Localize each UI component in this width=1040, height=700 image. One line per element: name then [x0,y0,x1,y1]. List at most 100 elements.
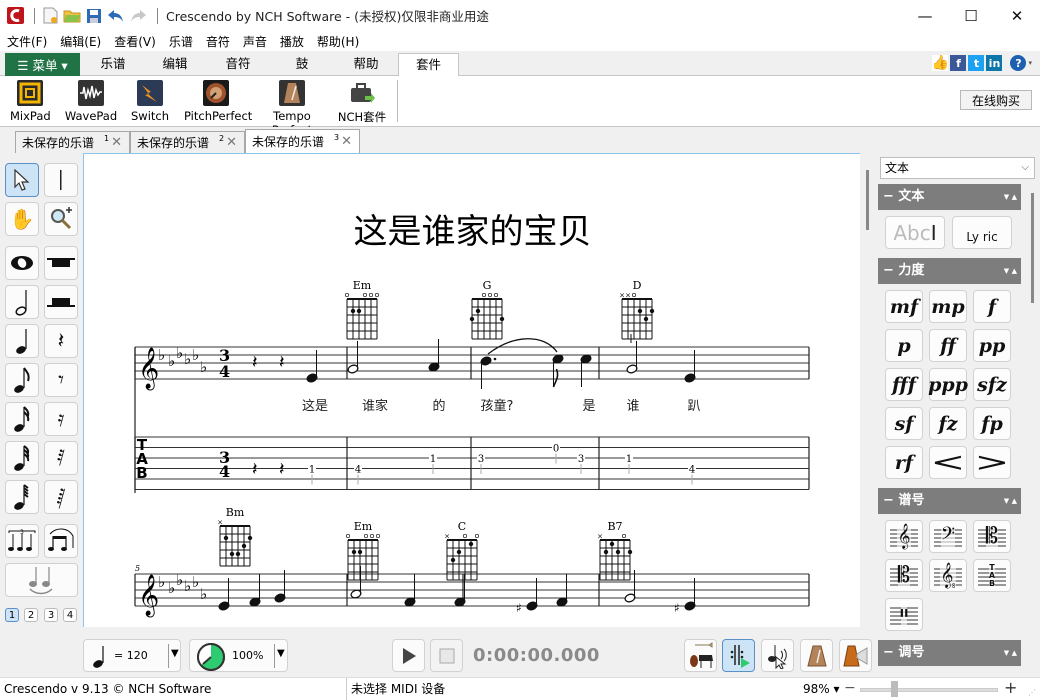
zoom-slider-track[interactable] [860,688,998,692]
sixteenth-note-tool[interactable] [5,402,39,436]
menu-help[interactable]: 帮助(H) [317,33,359,50]
score-vertical-scrollbar[interactable] [866,170,869,230]
dynamic-rf-button[interactable]: rf [885,446,923,479]
resize-grip-icon[interactable]: ⋰ [1028,688,1036,697]
toolbox-page-4[interactable]: 4 [63,608,77,622]
zoom-slider-thumb[interactable] [891,681,898,697]
hear-note-button[interactable] [761,639,794,672]
alto-clef-button[interactable]: 𝄡 [973,520,1011,553]
dynamic-sfz-button[interactable]: sfz [973,368,1011,401]
section-header-clefs[interactable]: − 谱号 ▼ ▲ [878,488,1021,514]
close-tab-icon[interactable]: ✕ [226,135,237,150]
whole-note-tool[interactable] [5,246,39,280]
tie-tool[interactable] [44,524,78,558]
palette-category-select[interactable]: 文本 ⌵ [880,157,1035,179]
menu-edit[interactable]: 编辑(E) [60,33,101,50]
facebook-icon[interactable]: f [950,55,967,71]
doc-tab-1[interactable]: 未保存的乐谱 1 ✕ [15,131,130,153]
menu-notes[interactable]: 音符 [206,33,230,50]
instruments-button[interactable] [684,639,717,672]
sixteenth-rest-tool[interactable]: 𝄿 [44,402,78,436]
tab-edit[interactable]: 编辑 [144,53,206,76]
dynamic-f-button[interactable]: f [973,290,1011,323]
dynamic-fff-button[interactable]: fff [885,368,923,401]
open-folder-icon[interactable] [63,7,81,25]
nch-suite-button[interactable]: NCH套件 [336,80,388,125]
select-tool[interactable] [5,163,39,197]
minimize-button[interactable]: — [902,0,948,31]
tempo-control[interactable]: = 120 ▼ [83,639,181,672]
bass-clef-button[interactable]: 𝄢 [929,520,967,553]
eighth-note-tool[interactable] [5,363,39,397]
half-note-tool[interactable] [5,285,39,319]
mixpad-button[interactable]: MixPad [10,80,51,123]
doc-tab-2[interactable]: 未保存的乐谱 2 ✕ [130,131,245,153]
section-header-key-signatures[interactable]: − 调号 ▼ ▲ [878,640,1021,666]
triplet-tool[interactable]: 3 [5,524,39,558]
slur-tool[interactable] [5,563,78,597]
pan-tool[interactable]: ✋ [5,202,39,236]
dynamic-mp-button[interactable]: mp [929,290,967,323]
help-dropdown-icon[interactable]: ▾ [1028,59,1032,67]
menu-sound[interactable]: 声音 [243,33,267,50]
linkedin-icon[interactable]: in [986,55,1003,71]
sixtyfourth-note-tool[interactable] [5,480,39,514]
treble-8vb-clef-button[interactable]: 𝄠 [929,559,967,592]
score-canvas[interactable]: 这是谁家的宝贝 𝄞 ♭ ♭ ♭ ♭ ♭ ♭ 3 4 𝄽 𝄽 Em G D × × 这是 谁家的孩童? 是谁趴 T A B 3… [83,153,860,627]
toolbox-page-1[interactable]: 1 [5,608,19,622]
help-icon[interactable]: ? [1010,55,1027,71]
buy-online-button[interactable]: 在线购买 [960,90,1032,110]
tenor-clef-button[interactable]: 𝄡 [885,559,923,592]
dynamic-crescendo-button[interactable]: < [929,446,967,479]
twitter-icon[interactable]: t [968,55,985,71]
main-menu-button[interactable]: ☰ 菜单 ▾ [5,53,80,76]
save-icon[interactable] [85,7,103,25]
sixtyfourth-rest-tool[interactable]: 𝅁 [44,480,78,514]
doc-tab-3[interactable]: 未保存的乐谱 3 ✕ [245,129,360,153]
section-header-dynamics[interactable]: − 力度 ▼ ▲ [878,258,1021,284]
dynamic-sf-button[interactable]: sf [885,407,923,440]
dynamic-pp-button[interactable]: pp [973,329,1011,362]
section-header-text[interactable]: − 文本 ▼ ▲ [878,184,1021,210]
maximize-button[interactable]: ☐ [948,0,994,31]
toolbox-page-3[interactable]: 3 [44,608,58,622]
zoom-in-button[interactable]: + [1004,678,1017,697]
menu-score[interactable]: 乐谱 [169,33,193,50]
collapse-arrows-icon[interactable]: ▼ ▲ [1004,640,1017,666]
tab-help[interactable]: 帮助 [334,53,398,76]
quarter-rest-tool[interactable]: 𝄽 [44,324,78,358]
tab-notes[interactable]: 音符 [206,53,270,76]
treble-clef-button[interactable]: 𝄞 [885,520,923,553]
dynamic-diminuendo-button[interactable]: > [973,446,1011,479]
dynamic-fz-button[interactable]: fz [929,407,967,440]
stop-button[interactable] [430,639,463,672]
tab-drums[interactable]: 鼓 [270,53,334,76]
toolbox-page-2[interactable]: 2 [24,608,38,622]
half-rest-tool[interactable] [44,285,78,319]
tab-score[interactable]: 乐谱 [82,53,144,76]
metronome-settings-button[interactable] [839,639,872,672]
volume-dropdown-icon[interactable]: ▼ [277,648,285,659]
eighth-rest-tool[interactable]: 𝄾 [44,363,78,397]
palette-text-tool[interactable]: Abc I [885,216,945,249]
thirtysecond-note-tool[interactable] [5,441,39,475]
percussion-clef-button[interactable]: 𝄥 [885,598,923,631]
palette-lyric-tool[interactable]: Ly ric [952,216,1012,249]
wavepad-button[interactable]: WavePad [64,80,118,123]
thirtysecond-rest-tool[interactable]: 𝅀 [44,441,78,475]
redo-icon[interactable] [129,7,147,25]
play-from-cursor-button[interactable] [722,639,755,672]
new-file-icon[interactable] [41,7,59,25]
dynamic-mf-button[interactable]: mf [885,290,923,323]
palette-scrollbar[interactable] [1031,193,1034,303]
collapse-arrows-icon[interactable]: ▼ ▲ [1004,488,1017,514]
collapse-arrows-icon[interactable]: ▼ ▲ [1004,258,1017,284]
close-tab-icon[interactable]: ✕ [111,135,122,150]
menu-play[interactable]: 播放 [280,33,304,50]
collapse-arrows-icon[interactable]: ▼ ▲ [1004,184,1017,210]
undo-icon[interactable] [107,7,125,25]
like-icon[interactable]: 👍 [932,55,949,71]
volume-control[interactable]: 100% ▼ [189,639,288,672]
dynamic-p-button[interactable]: p [885,329,923,362]
menu-view[interactable]: 查看(V) [114,33,156,50]
